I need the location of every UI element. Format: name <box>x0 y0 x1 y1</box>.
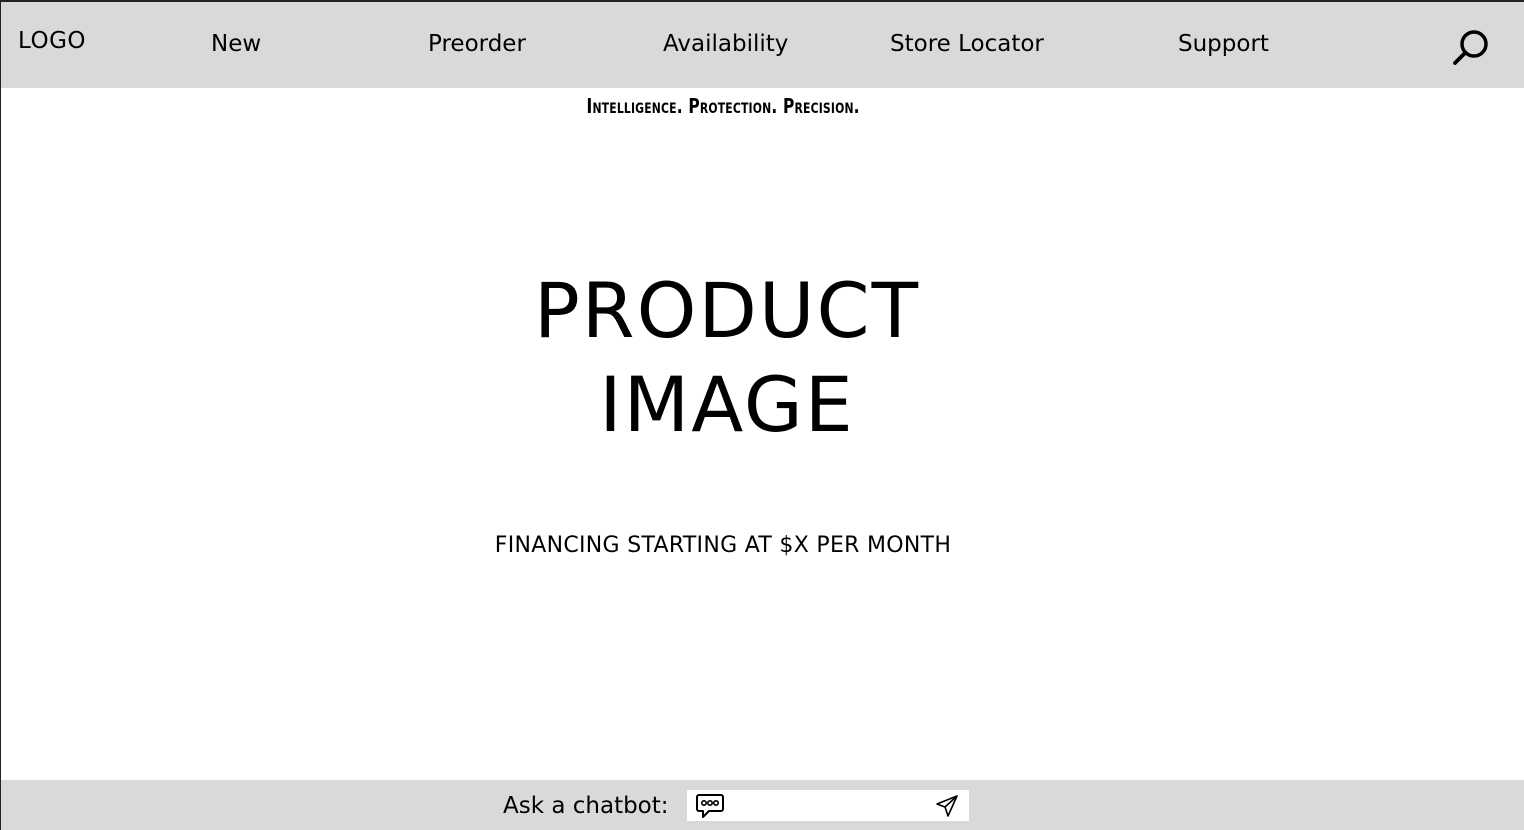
top-navigation-bar: LOGO New Preorder Availability Store Loc… <box>1 2 1524 88</box>
send-icon[interactable] <box>935 794 959 818</box>
chatbot-input-container[interactable] <box>687 790 969 821</box>
financing-text: FINANCING STARTING AT $X PER MONTH <box>494 533 952 558</box>
nav-item-availability[interactable]: Availability <box>663 31 788 57</box>
product-image-line-1: PRODUCT <box>533 266 921 355</box>
chatbot-label: Ask a chatbot: <box>503 793 669 819</box>
chat-bubble-icon <box>696 794 724 818</box>
product-image-placeholder: PRODUCT IMAGE <box>1 264 1453 452</box>
chatbot-input[interactable] <box>727 792 931 819</box>
search-icon[interactable] <box>1452 29 1490 67</box>
page: LOGO New Preorder Availability Store Loc… <box>0 0 1524 830</box>
hero-tagline: Intelligence. Protection. Precision. <box>586 94 860 118</box>
nav-item-support[interactable]: Support <box>1178 31 1269 57</box>
nav-item-store-locator[interactable]: Store Locator <box>890 31 1044 57</box>
nav-item-new[interactable]: New <box>211 31 261 57</box>
logo[interactable]: LOGO <box>18 28 86 54</box>
product-image-line-2: IMAGE <box>599 360 855 449</box>
nav-item-preorder[interactable]: Preorder <box>428 31 526 57</box>
chatbot-bar: Ask a chatbot: <box>1 780 1524 830</box>
